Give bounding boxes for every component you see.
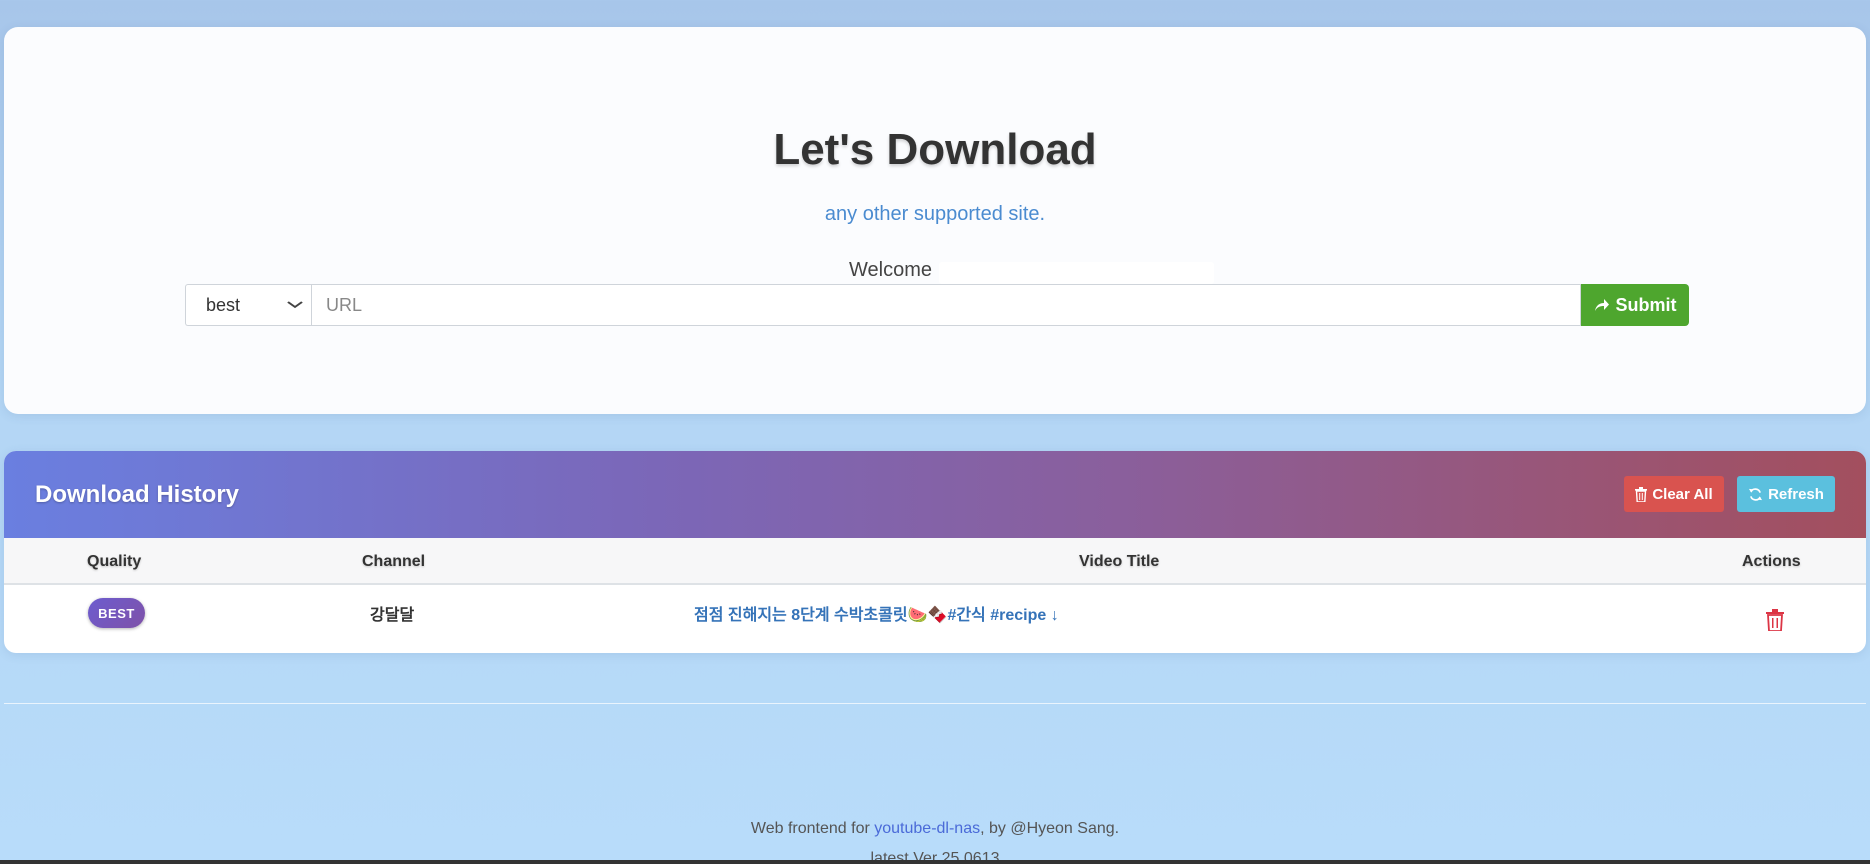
history-table-header: Quality Channel Video Title Actions xyxy=(4,538,1866,585)
window-bottom-edge xyxy=(0,860,1870,864)
history-title: Download History xyxy=(35,481,240,508)
column-header-video-title: Video Title xyxy=(1079,553,1160,570)
quality-select-value: best xyxy=(206,294,241,315)
channel-cell: 강달달 xyxy=(370,607,415,624)
section-divider xyxy=(4,703,1866,704)
clear-all-label: Clear All xyxy=(1652,485,1713,503)
video-title-link[interactable]: 점점 진해지는 8단계 수박초콜릿🍉🍫#간식 #recipe ↓ xyxy=(694,601,1059,625)
refresh-icon xyxy=(1748,487,1763,502)
page-footer: Web frontend for youtube-dl-nas, by @Hye… xyxy=(0,814,1870,864)
column-header-channel: Channel xyxy=(362,553,426,570)
footer-suffix: , by @Hyeon Sang. xyxy=(980,820,1120,837)
submit-button[interactable]: Submit xyxy=(1581,284,1689,326)
quality-select[interactable]: best xyxy=(185,284,311,326)
column-header-actions: Actions xyxy=(1742,553,1801,570)
trash-icon xyxy=(1635,486,1648,502)
footer-credits: Web frontend for youtube-dl-nas, by @Hye… xyxy=(0,814,1870,844)
history-header: Download History Clear All Refresh xyxy=(4,451,1866,538)
youtube-dl-nas-link[interactable]: youtube-dl-nas xyxy=(874,820,980,837)
submit-label: Submit xyxy=(1615,294,1677,315)
page-subtitle: any other supported site. xyxy=(824,203,1046,225)
page-title: Let's Download xyxy=(773,125,1097,174)
download-history-panel: Download History Clear All Refresh Quali… xyxy=(4,451,1866,653)
share-arrow-icon xyxy=(1594,298,1610,312)
delete-row-button[interactable] xyxy=(1764,607,1786,633)
url-input[interactable] xyxy=(311,284,1581,326)
username-placeholder xyxy=(939,262,1214,284)
refresh-label: Refresh xyxy=(1768,485,1824,503)
refresh-button[interactable]: Refresh xyxy=(1737,476,1835,512)
column-header-quality: Quality xyxy=(87,553,142,570)
welcome-text: Welcome xyxy=(849,259,932,281)
download-panel: Let's Download any other supported site.… xyxy=(4,27,1866,414)
download-form: best Submit xyxy=(185,284,1689,326)
footer-prefix: Web frontend for xyxy=(750,820,875,837)
trash-icon xyxy=(1766,609,1784,631)
chevron-down-icon xyxy=(287,301,304,309)
clear-all-button[interactable]: Clear All xyxy=(1624,476,1724,512)
quality-badge: BEST xyxy=(88,598,145,628)
table-row: BEST 강달달 점점 진해지는 8단계 수박초콜릿🍉🍫#간식 #recipe … xyxy=(4,585,1866,653)
